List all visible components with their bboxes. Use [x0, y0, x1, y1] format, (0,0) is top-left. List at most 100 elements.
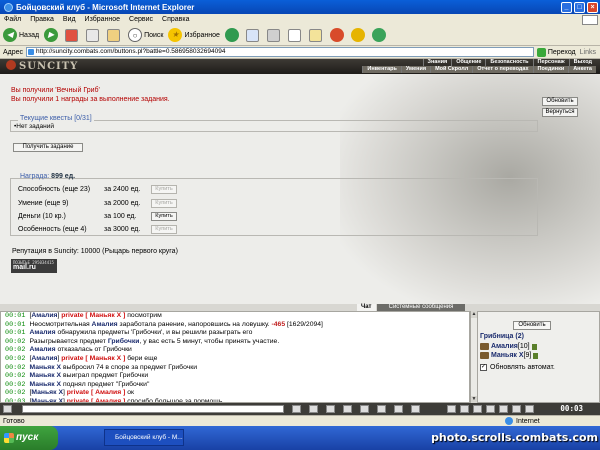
mail-button[interactable]	[245, 28, 262, 42]
address-input[interactable]: http://suncity.combats.com/buttons.pl?ba…	[26, 47, 534, 57]
chat-username[interactable]: Амалия	[29, 346, 55, 353]
chat-username[interactable]: Маньяк X	[31, 389, 63, 396]
nav-battles[interactable]: Поединки	[532, 66, 569, 73]
chat-username[interactable]: Амалия	[31, 312, 57, 319]
search-button[interactable]: ○ Поиск	[128, 28, 163, 42]
info-icon[interactable]	[531, 343, 537, 350]
forward-button[interactable]: ▶	[44, 28, 60, 42]
chat-timestamp[interactable]: 00:02	[5, 389, 29, 397]
start-button[interactable]: пуск	[0, 426, 58, 450]
tab-chat[interactable]: Чат	[357, 304, 376, 311]
chat-timestamp[interactable]: 00:02	[5, 381, 29, 389]
history-button[interactable]	[224, 28, 241, 42]
online-refresh-button[interactable]: Обновить	[513, 321, 551, 330]
menu-item-edit[interactable]: Правка	[30, 16, 54, 23]
gesture-icon[interactable]	[473, 405, 482, 413]
menu-item-favorites[interactable]: Избранное	[85, 16, 120, 23]
maximize-icon[interactable]: □	[574, 1, 585, 13]
chat-username[interactable]: Амалия	[92, 321, 118, 328]
chat-scrollbar[interactable]: ▲ ▼	[470, 311, 477, 403]
nav-security[interactable]: Безопасность	[485, 59, 532, 66]
chat-username[interactable]: Маньяк X	[29, 364, 61, 371]
chat-timestamp[interactable]: 00:02	[5, 346, 29, 354]
get-task-button[interactable]: Получить задание	[13, 143, 83, 152]
mailru-counter[interactable]: ПОЗЫТЬЕ 295034415 mail.ru	[11, 259, 57, 273]
chat-text: отказалась от Грибочки	[55, 346, 132, 354]
chat-username[interactable]: Маньяк X	[29, 372, 61, 379]
menu-item-file[interactable]: Файл	[4, 16, 21, 23]
nav-inventory[interactable]: Инвентарь	[362, 66, 400, 73]
buy-button[interactable]: Купить	[151, 184, 177, 194]
home-button[interactable]	[107, 28, 123, 42]
nav-character[interactable]: Персонаж	[532, 59, 569, 66]
buy-button[interactable]: Купить	[151, 211, 177, 221]
chat-private-tag[interactable]: private [ Маньяк X ]	[61, 355, 125, 362]
menu-item-help[interactable]: Справка	[162, 16, 189, 23]
tab-system-messages[interactable]: Системные сообщения	[377, 304, 465, 311]
info-icon[interactable]	[533, 352, 539, 359]
close-icon[interactable]: ×	[587, 1, 598, 13]
refresh-button[interactable]: Обновить	[542, 97, 578, 106]
nav-communication[interactable]: Общение	[451, 59, 485, 66]
buy-button[interactable]: Купить	[151, 224, 177, 234]
links-button[interactable]: Links	[580, 49, 596, 56]
filter-icon[interactable]	[326, 405, 335, 413]
buy-button[interactable]: Купить	[151, 198, 177, 208]
extra-button-2[interactable]	[350, 28, 367, 42]
edit-button[interactable]	[287, 28, 304, 42]
gesture-icon[interactable]	[499, 405, 508, 413]
gesture-icon[interactable]	[486, 405, 495, 413]
smile-icon[interactable]	[309, 405, 318, 413]
chat-timestamp[interactable]: 00:01	[5, 321, 29, 329]
color-icon[interactable]	[360, 405, 369, 413]
back-button[interactable]: ◀ Назад	[3, 28, 39, 42]
extra-button-1[interactable]	[329, 28, 346, 42]
sound-icon[interactable]	[343, 405, 352, 413]
chat-timestamp[interactable]: 00:02	[5, 372, 29, 380]
nav-skills[interactable]: Умения	[400, 66, 430, 73]
minimize-icon[interactable]: _	[561, 1, 572, 13]
chat-timestamp[interactable]: 00:02	[5, 338, 29, 346]
gesture-icon[interactable]	[525, 405, 534, 413]
favorites-button[interactable]: ★ Избранное	[168, 28, 220, 42]
stop-button[interactable]	[65, 28, 81, 42]
menu-item-tools[interactable]: Сервис	[129, 16, 153, 23]
settings-icon[interactable]	[411, 405, 420, 413]
chat-mode-icon[interactable]	[3, 405, 12, 413]
print-button[interactable]	[266, 28, 283, 42]
chat-username[interactable]: Амалия	[31, 355, 57, 362]
menu-item-view[interactable]: Вид	[63, 16, 76, 23]
gesture-icon[interactable]	[460, 405, 469, 413]
clear-icon[interactable]	[377, 405, 386, 413]
scroll-lock-icon[interactable]	[394, 405, 403, 413]
chat-timestamp[interactable]: 00:02	[5, 355, 29, 363]
chat-input[interactable]	[22, 405, 284, 413]
nav-transfers[interactable]: Отчет о переводах	[472, 66, 532, 73]
nav-knowledge[interactable]: Знания	[422, 59, 452, 66]
chat-username[interactable]: Грибочки	[108, 338, 140, 345]
taskbar-window-item[interactable]: Бойцовский клуб - M...	[104, 429, 184, 446]
chat-username[interactable]: Маньяк X	[29, 381, 61, 388]
online-user[interactable]: Маньяк X [9]	[480, 352, 539, 359]
nav-my-scroll[interactable]: Мой Скролл	[430, 66, 472, 73]
online-user[interactable]: Амалия [10]	[480, 343, 537, 350]
refresh-page-button[interactable]	[86, 28, 102, 42]
gesture-icon[interactable]	[512, 405, 521, 413]
auto-refresh-checkbox[interactable]: ✓	[480, 364, 487, 371]
nav-profile[interactable]: Анкета	[568, 66, 596, 73]
return-button[interactable]: Вернуться	[542, 108, 578, 117]
window-titlebar: Бойцовский клуб - Microsoft Internet Exp…	[0, 0, 600, 14]
chat-private-tag[interactable]: private [ Амалия ]	[67, 389, 126, 396]
chat-username[interactable]: Амалия	[29, 329, 55, 336]
chat-timestamp[interactable]: 00:01	[5, 312, 29, 320]
auto-refresh-toggle[interactable]: ✓ Обновлять автомат.	[480, 364, 555, 371]
go-button[interactable]: Переход	[536, 47, 576, 57]
chat-private-tag[interactable]: private [ Маньяк X ]	[61, 312, 125, 319]
gesture-icon[interactable]	[447, 405, 456, 413]
send-icon[interactable]	[292, 405, 301, 413]
chat-timestamp[interactable]: 00:01	[5, 329, 29, 337]
chat-timestamp[interactable]: 00:02	[5, 364, 29, 372]
nav-exit[interactable]: Выход	[568, 59, 596, 66]
messenger-button[interactable]	[371, 28, 388, 42]
discuss-button[interactable]	[308, 28, 325, 42]
